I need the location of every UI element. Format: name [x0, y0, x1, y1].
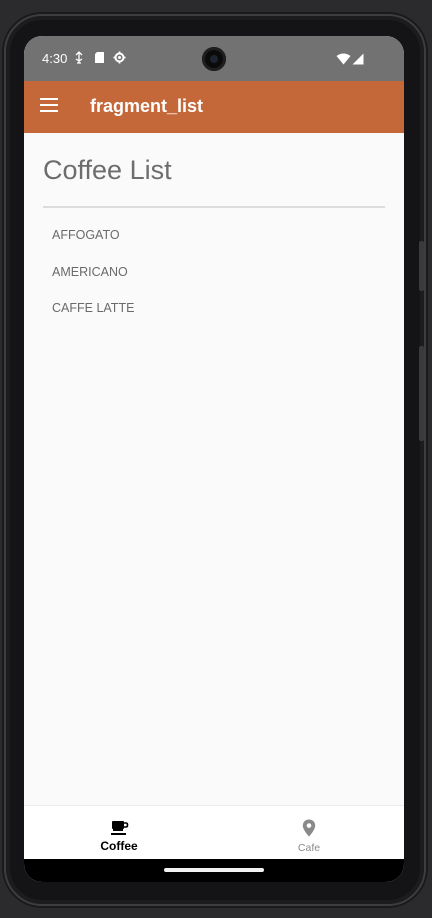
- coffee-list-item-caffe-latte[interactable]: CAFFE LATTE: [24, 290, 404, 327]
- settings-gear-icon: [113, 51, 127, 65]
- usb-debug-icon: [74, 51, 88, 65]
- coffee-list-item-affogato[interactable]: AFFOGATO: [24, 217, 404, 254]
- status-bar: 4:30: [24, 36, 404, 81]
- page-title: Coffee List: [43, 155, 172, 185]
- sd-card-icon: [94, 51, 108, 65]
- app-bar: fragment_list: [24, 81, 404, 133]
- nav-tab-coffee[interactable]: Coffee: [24, 806, 214, 860]
- location-pin-icon: [299, 818, 319, 838]
- power-button: [419, 241, 424, 291]
- home-gesture-handle[interactable]: [164, 868, 264, 872]
- coffee-list-item-americano[interactable]: AMERICANO: [24, 254, 404, 291]
- volume-button: [419, 346, 424, 441]
- coffee-cup-icon: [109, 818, 129, 838]
- coffee-list: AFFOGATO AMERICANO CAFFE LATTE: [24, 227, 404, 337]
- title-divider: [43, 206, 385, 208]
- status-time: 4:30: [42, 51, 68, 66]
- wifi-icon: [336, 52, 351, 66]
- hamburger-menu-icon[interactable]: [40, 98, 58, 112]
- front-camera: [202, 47, 226, 71]
- screen: 4:30 fragment_list Coffee List AFFOGATO …: [24, 36, 404, 882]
- system-navigation-bar: [24, 859, 404, 882]
- main-content: Coffee List AFFOGATO AMERICANO CAFFE LAT…: [24, 133, 404, 805]
- cell-signal-icon: [352, 52, 366, 66]
- nav-tab-cafe[interactable]: Cafe: [214, 806, 404, 860]
- bottom-navigation: Coffee Cafe: [24, 805, 404, 859]
- app-bar-title: fragment_list: [90, 96, 204, 116]
- nav-tab-coffee-label: Coffee: [100, 839, 138, 853]
- nav-tab-cafe-label: Cafe: [297, 842, 321, 854]
